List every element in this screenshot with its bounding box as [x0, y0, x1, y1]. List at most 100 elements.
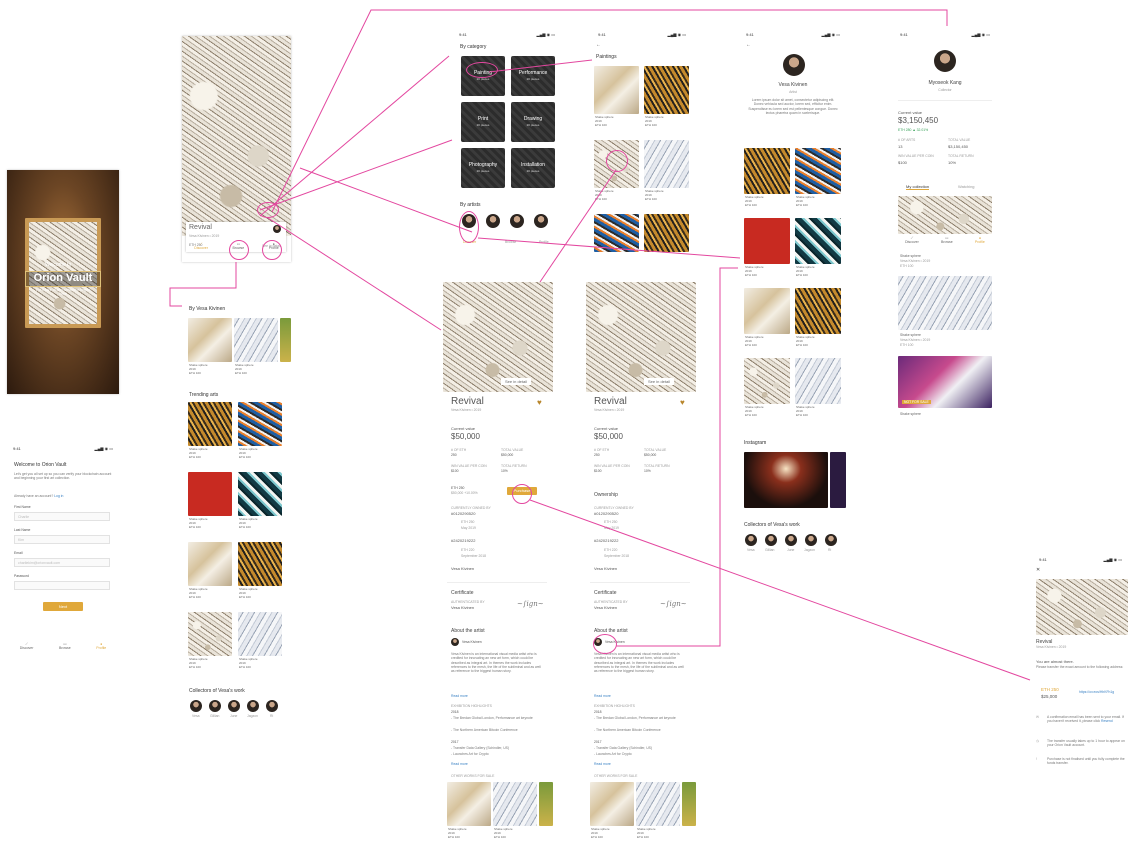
back-icon[interactable]: ← — [746, 42, 751, 48]
see-detail-button[interactable]: See in detail — [644, 378, 675, 385]
category-tile-performance[interactable]: Performance 20 pieces — [511, 56, 555, 96]
artist-avatar[interactable] — [451, 638, 459, 646]
collector-avatar[interactable] — [765, 534, 777, 546]
detail-artwork[interactable] — [443, 282, 553, 392]
read-more-link[interactable]: Read more — [594, 762, 611, 766]
favorite-icon[interactable]: ♥ — [537, 398, 542, 408]
divider — [590, 582, 690, 583]
instagram-photo[interactable] — [830, 452, 846, 508]
hotspot-see-detail — [257, 202, 279, 218]
artist-avatar[interactable] — [510, 214, 524, 228]
collector-avatar[interactable] — [190, 700, 202, 712]
close-icon[interactable]: ✕ — [1036, 567, 1040, 573]
category-tile-installation[interactable]: Installation 20 pieces — [511, 148, 555, 188]
artwork-card[interactable]: Shake sphere 2019 ETH 100 — [744, 288, 790, 356]
category-tile-drawing[interactable]: Drawing 20 pieces — [511, 102, 555, 142]
artwork-card[interactable]: Shake sphere 2019 ETH 100 — [188, 472, 232, 534]
resend-link[interactable]: Resend — [1101, 719, 1113, 723]
card-caption: Shake sphere 2019 ETH 100 — [591, 827, 610, 840]
artwork-thumbnail — [795, 358, 841, 404]
tab-watching[interactable]: Watching — [958, 184, 975, 189]
artwork-card[interactable]: Shake sphere 2019 ETH 100 — [744, 358, 790, 426]
favorite-icon[interactable]: ♥ — [680, 398, 685, 408]
owner-hash: #2420219222 — [594, 538, 619, 543]
artwork-card[interactable]: Shake sphere 2019 ETH 100 — [636, 782, 680, 848]
artwork-card[interactable]: Shake sphere 2019 ETH 100 — [744, 148, 790, 216]
artist-avatar[interactable] — [486, 214, 500, 228]
last-name-field[interactable]: Kim — [14, 535, 110, 544]
artwork-thumbnail — [188, 402, 232, 446]
instagram-photo[interactable] — [744, 452, 828, 508]
first-name-field[interactable]: Charlie — [14, 512, 110, 521]
nav-discover[interactable]: ⟋ Discover — [194, 242, 208, 260]
wallet-address[interactable]: https://ov.eos/HhKFh1g — [1079, 690, 1114, 694]
tab-my-collection[interactable]: My collection — [906, 184, 930, 190]
read-more-link[interactable]: Read more — [451, 762, 468, 766]
artwork-card[interactable] — [594, 214, 639, 252]
read-more-link[interactable]: Read more — [594, 694, 611, 698]
category-tile-print[interactable]: Print 20 pieces — [461, 102, 505, 142]
card-caption: Shake sphere 2019 ETH 100 — [189, 517, 208, 530]
password-field[interactable] — [14, 581, 110, 590]
see-detail-button[interactable]: See in detail — [501, 378, 532, 385]
collector-avatar[interactable] — [825, 534, 837, 546]
artwork-card[interactable]: Shake sphere 2019 ETH 100 — [188, 318, 232, 378]
artist-name[interactable]: Vesa Kivinen — [462, 640, 482, 644]
collector-avatar[interactable] — [209, 700, 221, 712]
artwork-card[interactable] — [644, 214, 689, 252]
collector-avatar[interactable] — [247, 700, 259, 712]
collection-item-image[interactable] — [898, 196, 992, 234]
artwork-card[interactable]: Shake sphere 2019 ETH 100 — [644, 66, 689, 136]
card-caption: Shake sphere 2019 ETH 100 — [189, 447, 208, 460]
nav-discover[interactable]: ⟋ Discover — [905, 236, 919, 252]
artwork-card[interactable]: Shake sphere 2019 ETH 100 — [795, 218, 841, 286]
artwork-card[interactable]: Shake sphere 2019 ETH 100 — [590, 782, 634, 848]
nav-discover[interactable]: ⟋ Discover — [20, 642, 34, 660]
welcome-line: Welcome to — [45, 262, 72, 268]
nav-discover-label: Discover — [905, 240, 919, 244]
artwork-card[interactable]: Shake sphere 2019 ETH 100 — [188, 612, 232, 674]
email-field[interactable]: charliekim@orionvault.com — [14, 558, 110, 567]
artwork-card[interactable]: Shake sphere 2019 ETH 100 — [644, 140, 689, 210]
next-button[interactable]: Next — [43, 602, 83, 611]
detail-artwork[interactable] — [586, 282, 696, 392]
artwork-card[interactable]: Shake sphere 2019 ETH 100 — [234, 318, 278, 378]
artwork-card[interactable]: Shake sphere 2019 ETH 100 — [238, 612, 282, 674]
artwork-card[interactable]: Shake sphere 2019 ETH 100 — [594, 66, 639, 136]
nav-profile[interactable]: ● Profile — [975, 236, 985, 252]
artwork-card[interactable]: Shake sphere 2019 ETH 100 — [188, 542, 232, 604]
artist-avatar[interactable] — [534, 214, 548, 228]
welcome-tagline: The future of art investment begins here — [35, 288, 91, 297]
exhibition-label: EXHIBITION HIGHLIGHTS — [594, 704, 635, 708]
read-more-link[interactable]: Read more — [451, 694, 468, 698]
back-icon[interactable]: ← — [596, 42, 601, 48]
artwork-card[interactable]: Shake sphere 2019 ETH 100 — [795, 288, 841, 356]
collector-avatar[interactable] — [266, 700, 278, 712]
artwork-card[interactable] — [539, 782, 553, 848]
collector-avatar[interactable] — [228, 700, 240, 712]
artwork-card[interactable] — [682, 782, 696, 848]
collection-item-image[interactable] — [898, 276, 992, 330]
nav-browse[interactable]: ▭ Browse — [59, 642, 71, 660]
collector-avatar[interactable] — [745, 534, 757, 546]
nav-profile[interactable]: ● Profile — [96, 642, 106, 660]
category-tile-photography[interactable]: Photography 20 pieces — [461, 148, 505, 188]
artwork-card[interactable]: Shake sphere 2019 ETH 100 — [238, 542, 282, 604]
artwork-card[interactable] — [280, 318, 291, 378]
stat-value: 13 — [898, 144, 903, 149]
artwork-card[interactable]: Shake sphere 2019 ETH 100 — [493, 782, 537, 848]
artwork-card[interactable]: Shake sphere 2019 ETH 100 — [238, 472, 282, 534]
artwork-card[interactable]: Shake sphere 2019 ETH 100 — [795, 148, 841, 216]
artwork-card[interactable]: Shake sphere 2019 ETH 100 — [744, 218, 790, 286]
nav-profile-label: Profile — [974, 240, 985, 244]
artwork-card[interactable]: Shake sphere 2019 ETH 100 — [447, 782, 491, 848]
collector-avatar[interactable] — [805, 534, 817, 546]
collector-avatar[interactable] — [785, 534, 797, 546]
artist-avatar[interactable] — [273, 225, 281, 233]
artwork-card[interactable]: Shake sphere 2019 ETH 100 — [238, 402, 282, 464]
nav-browse[interactable]: ▭ Browse — [941, 236, 953, 252]
artwork-card[interactable]: Shake sphere 2019 ETH 100 — [795, 358, 841, 426]
card-price: ETH 100 — [189, 454, 201, 459]
artwork-card[interactable]: Shake sphere 2019 ETH 100 — [188, 402, 232, 464]
login-link[interactable]: Log in — [54, 494, 63, 498]
